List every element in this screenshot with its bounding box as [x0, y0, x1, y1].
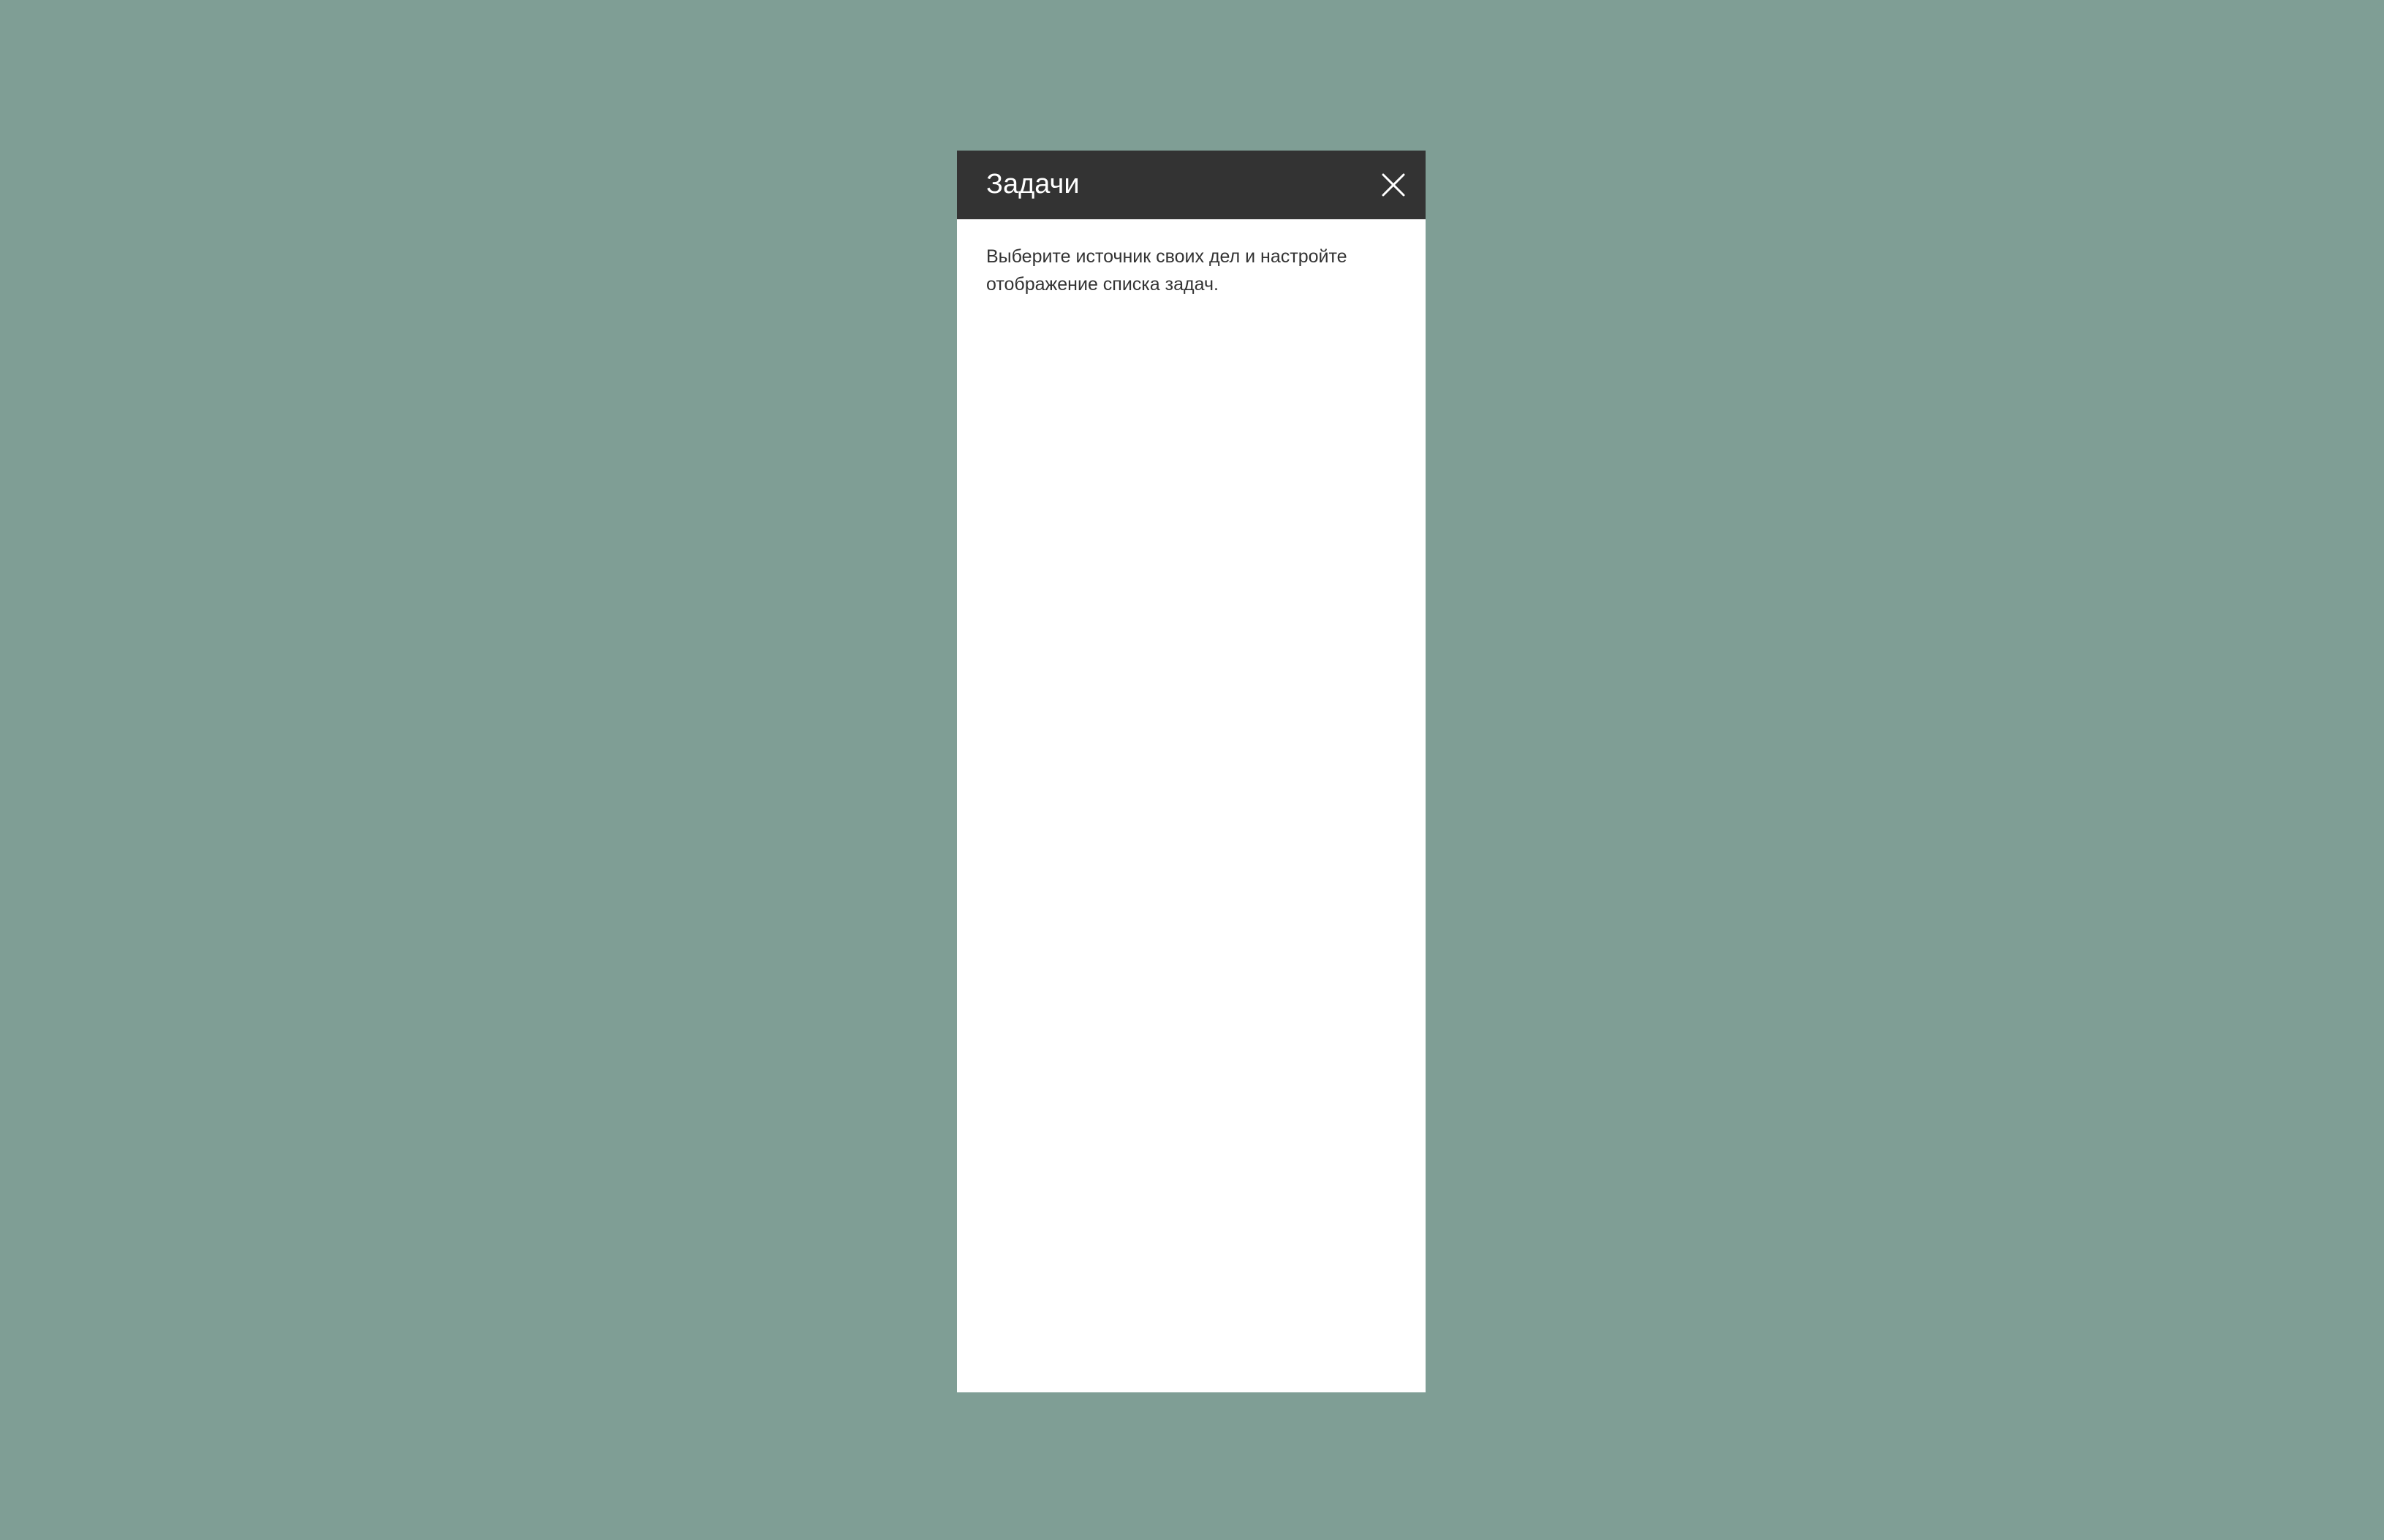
panel-header: Задачи — [957, 151, 1426, 219]
close-button[interactable] — [1374, 165, 1413, 205]
panel-title: Задачи — [986, 169, 1080, 200]
panel-description: Выберите источник своих дел и настройте … — [986, 246, 1347, 295]
close-icon — [1382, 173, 1405, 197]
tasks-panel: Задачи Выберите источник своих дел и нас… — [957, 151, 1426, 1392]
